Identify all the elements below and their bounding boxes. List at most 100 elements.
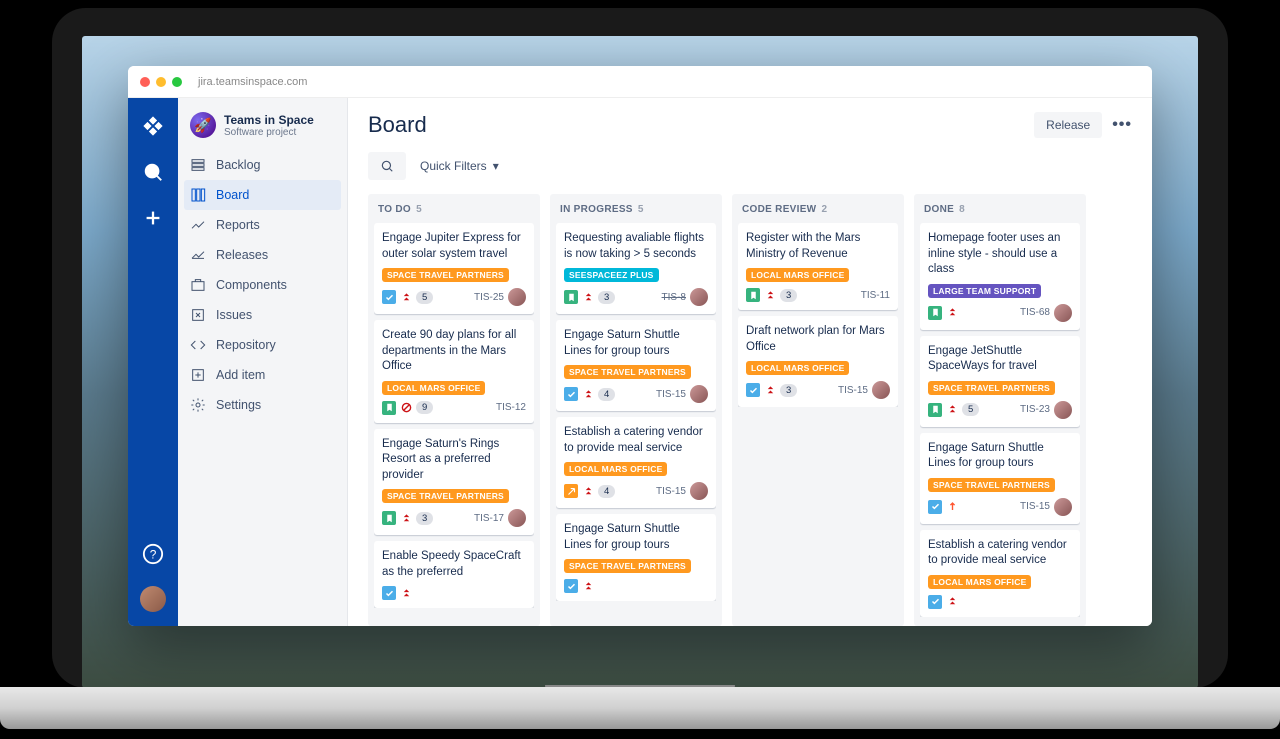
- project-header[interactable]: 🚀 Teams in Space Software project: [178, 112, 347, 150]
- issue-key: TIS-8: [662, 292, 686, 303]
- user-avatar[interactable]: [140, 586, 166, 612]
- card-title: Engage JetShuttle SpaceWays for travel: [928, 344, 1072, 375]
- issue-card[interactable]: Engage Saturn Shuttle Lines for group to…: [556, 320, 716, 411]
- priority-icon: [400, 402, 412, 414]
- sidebar-item-label: Settings: [216, 398, 261, 412]
- estimate-badge: 3: [780, 384, 797, 397]
- sidebar-item-label: Components: [216, 278, 287, 292]
- issue-type-icon: [382, 586, 396, 600]
- column-header: TO DO 5: [374, 202, 534, 223]
- priority-icon: [946, 596, 958, 608]
- issue-key: TIS-15: [1020, 501, 1050, 512]
- quick-filters-dropdown[interactable]: Quick Filters ▾: [420, 159, 499, 173]
- epic-tag: LOCAL MARS OFFICE: [746, 268, 849, 282]
- quick-filters-label: Quick Filters: [420, 159, 487, 173]
- issue-card[interactable]: Engage Saturn Shuttle Lines for group to…: [920, 433, 1080, 524]
- issue-card[interactable]: Engage Jupiter Express for outer solar s…: [374, 223, 534, 314]
- issue-card[interactable]: Establish a catering vendor to provide m…: [920, 530, 1080, 617]
- issue-type-icon: [746, 383, 760, 397]
- sidebar-item-label: Reports: [216, 218, 260, 232]
- close-window-icon[interactable]: [140, 77, 150, 87]
- issue-card[interactable]: Establish a catering vendor to provide m…: [556, 417, 716, 508]
- epic-tag: LOCAL MARS OFFICE: [382, 381, 485, 395]
- help-icon[interactable]: ?: [139, 540, 167, 568]
- sidebar-item-releases[interactable]: Releases: [178, 240, 347, 270]
- issue-card[interactable]: Engage JetShuttle SpaceWays for travelSP…: [920, 336, 1080, 427]
- epic-tag: SPACE TRAVEL PARTNERS: [382, 268, 509, 282]
- svg-text:?: ?: [150, 548, 157, 562]
- sidebar-item-issues[interactable]: Issues: [178, 300, 347, 330]
- issue-key: TIS-23: [1020, 404, 1050, 415]
- epic-tag: SPACE TRAVEL PARTNERS: [564, 365, 691, 379]
- sidebar-item-reports[interactable]: Reports: [178, 210, 347, 240]
- priority-icon: [764, 289, 776, 301]
- estimate-badge: 3: [598, 291, 615, 304]
- priority-icon: [946, 501, 958, 513]
- column-in-progress: IN PROGRESS 5 Requesting avaliable flight…: [550, 194, 722, 626]
- sidebar-item-repository[interactable]: Repository: [178, 330, 347, 360]
- more-icon[interactable]: •••: [1112, 116, 1132, 134]
- minimize-window-icon[interactable]: [156, 77, 166, 87]
- sidebar-item-label: Board: [216, 188, 249, 202]
- issue-card[interactable]: Engage Saturn's Rings Resort as a prefer…: [374, 429, 534, 536]
- issue-card[interactable]: Draft network plan for Mars OfficeLOCAL …: [738, 316, 898, 407]
- sidebar-item-board[interactable]: Board: [184, 180, 341, 210]
- create-icon[interactable]: [139, 204, 167, 232]
- issue-card[interactable]: Requesting avaliable flights is now taki…: [556, 223, 716, 314]
- issue-type-icon: [564, 484, 578, 498]
- issue-card[interactable]: Create 90 day plans for all departments …: [374, 320, 534, 423]
- priority-icon: [946, 404, 958, 416]
- sidebar-item-add-item[interactable]: Add item: [178, 360, 347, 390]
- sidebar-item-label: Repository: [216, 338, 276, 352]
- issue-card[interactable]: Enable Speedy SpaceCraft as the preferre…: [374, 541, 534, 608]
- column-to-do: TO DO 5Engage Jupiter Express for outer …: [368, 194, 540, 626]
- issue-card[interactable]: Homepage footer uses an inline style - s…: [920, 223, 1080, 330]
- issue-type-icon: [928, 306, 942, 320]
- column-header: CODE REVIEW 2: [738, 202, 898, 223]
- sidebar-item-backlog[interactable]: Backlog: [178, 150, 347, 180]
- card-title: Requesting avaliable flights is now taki…: [564, 231, 708, 262]
- column-code-review: CODE REVIEW 2Register with the Mars Mini…: [732, 194, 904, 626]
- jira-logo-icon[interactable]: [139, 112, 167, 140]
- issue-type-icon: [382, 511, 396, 525]
- column-header: IN PROGRESS 5: [556, 202, 716, 223]
- issue-card[interactable]: Register with the Mars Ministry of Reven…: [738, 223, 898, 310]
- card-title: Homepage footer uses an inline style - s…: [928, 231, 1072, 278]
- epic-tag: SPACE TRAVEL PARTNERS: [564, 559, 691, 573]
- issue-key: TIS-68: [1020, 307, 1050, 318]
- project-type: Software project: [224, 127, 314, 138]
- issue-type-icon: [564, 290, 578, 304]
- release-button[interactable]: Release: [1034, 112, 1102, 138]
- project-name: Teams in Space: [224, 113, 314, 127]
- epic-tag: SPACE TRAVEL PARTNERS: [382, 489, 509, 503]
- app-window: jira.teamsinspace.com ?: [128, 66, 1152, 626]
- epic-tag: LOCAL MARS OFFICE: [928, 575, 1031, 589]
- assignee-avatar: [508, 288, 526, 306]
- epic-tag: SEESPACEEZ PLUS: [564, 268, 659, 282]
- issue-type-icon: [382, 290, 396, 304]
- maximize-window-icon[interactable]: [172, 77, 182, 87]
- priority-icon: [582, 388, 594, 400]
- assignee-avatar: [690, 288, 708, 306]
- issue-key: TIS-25: [474, 292, 504, 303]
- sidebar-item-label: Issues: [216, 308, 252, 322]
- column-done: DONE 8Homepage footer uses an inline sty…: [914, 194, 1086, 626]
- issue-key: TIS-17: [474, 513, 504, 524]
- issue-card[interactable]: Engage Saturn Shuttle Lines for group to…: [556, 514, 716, 601]
- issue-type-icon: [928, 595, 942, 609]
- sidebar-item-components[interactable]: Components: [178, 270, 347, 300]
- board-search-input[interactable]: [368, 152, 406, 180]
- priority-icon: [400, 512, 412, 524]
- priority-icon: [946, 307, 958, 319]
- issue-type-icon: [746, 288, 760, 302]
- issue-key: TIS-15: [656, 486, 686, 497]
- sidebar-item-settings[interactable]: Settings: [178, 390, 347, 420]
- card-title: Enable Speedy SpaceCraft as the preferre…: [382, 549, 526, 580]
- estimate-badge: 5: [416, 291, 433, 304]
- issue-key: TIS-11: [861, 290, 890, 301]
- issue-type-icon: [564, 387, 578, 401]
- search-icon[interactable]: [139, 158, 167, 186]
- priority-icon: [764, 384, 776, 396]
- issue-key: TIS-12: [496, 402, 526, 413]
- priority-icon: [582, 580, 594, 592]
